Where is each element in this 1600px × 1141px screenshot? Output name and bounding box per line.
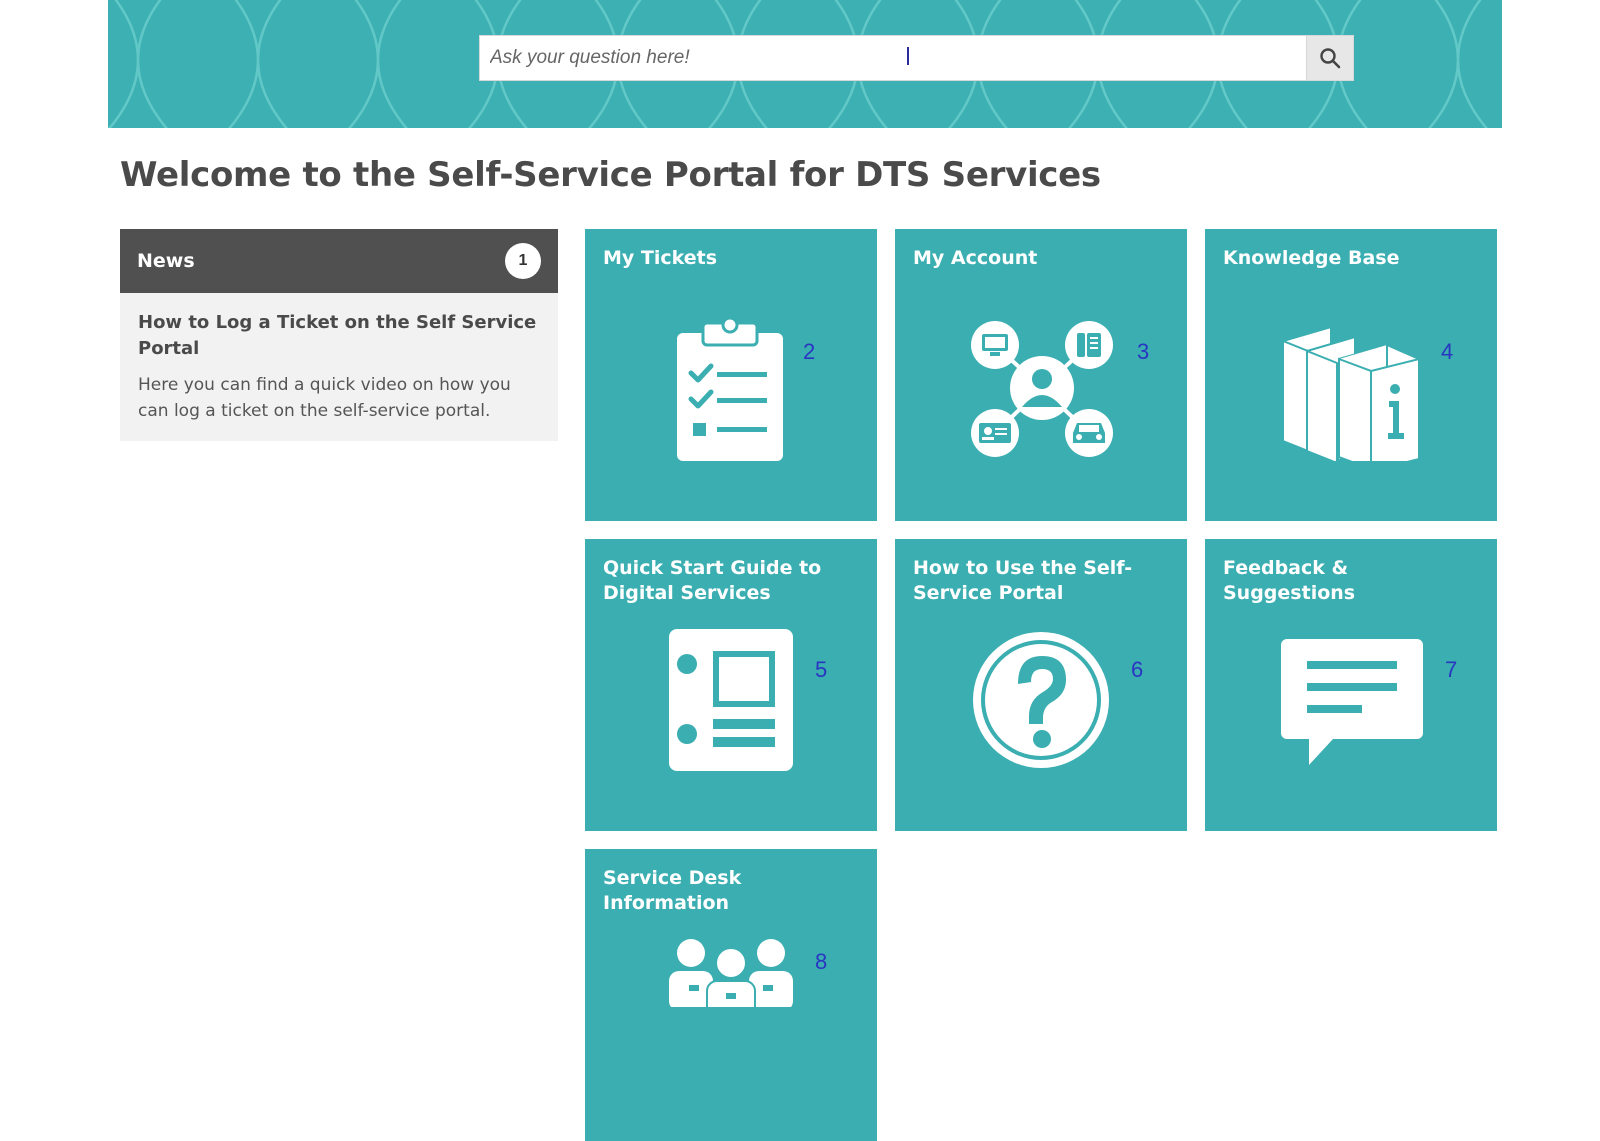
tile-title: My Tickets: [603, 247, 718, 269]
tile-title: Service Desk Information: [603, 867, 742, 914]
search-input[interactable]: [480, 36, 1308, 80]
search-button[interactable]: [1306, 36, 1353, 80]
tile-feedback-suggestions[interactable]: Feedback & Suggestions 7: [1205, 539, 1497, 831]
tile-title: Knowledge Base: [1223, 247, 1400, 269]
news-item-title[interactable]: How to Log a Ticket on the Self Service …: [138, 310, 540, 362]
account-network-icon: [971, 321, 1113, 457]
tile-quick-start-guide[interactable]: Quick Start Guide to Digital Services 5: [585, 539, 877, 831]
news-item[interactable]: How to Log a Ticket on the Self Service …: [120, 293, 558, 441]
tile-annotation-number: 2: [803, 339, 816, 364]
tile-title: My Account: [913, 247, 1038, 269]
news-header[interactable]: News 1: [120, 229, 558, 293]
tile-annotation-number: 3: [1137, 339, 1150, 364]
tile-service-desk-information[interactable]: Service Desk Information 8: [585, 849, 877, 1141]
binder-guide-icon: [669, 629, 793, 771]
tile-title: Quick Start Guide to Digital Services: [603, 557, 822, 604]
tile-knowledge-base[interactable]: Knowledge Base 4: [1205, 229, 1497, 521]
team-people-icon: [669, 939, 793, 1007]
news-title: News: [137, 250, 195, 272]
info-books-icon: [1282, 325, 1420, 461]
tile-annotation-number: 6: [1131, 657, 1144, 682]
tile-how-to-use-portal[interactable]: How to Use the Self-Service Portal 6: [895, 539, 1187, 831]
search-icon: [1320, 48, 1341, 69]
tile-annotation-number: 7: [1445, 657, 1458, 682]
speech-bubble-icon: [1281, 639, 1423, 765]
clipboard-checklist-icon: [677, 317, 783, 461]
tile-my-tickets[interactable]: My Tickets 2: [585, 229, 877, 521]
question-mark-icon: [973, 632, 1109, 768]
tile-my-account[interactable]: My Account 3: [895, 229, 1187, 521]
header-banner: [108, 0, 1502, 128]
tile-title: Feedback & Suggestions: [1223, 557, 1356, 604]
text-cursor: [907, 47, 909, 65]
tile-title: How to Use the Self-Service Portal: [913, 557, 1133, 604]
search-bar: [479, 35, 1354, 81]
page-title: Welcome to the Self-Service Portal for D…: [120, 155, 1101, 195]
tile-annotation-number: 5: [815, 657, 828, 682]
tile-annotation-number: 8: [815, 949, 828, 974]
news-panel: News 1 How to Log a Ticket on the Self S…: [120, 229, 558, 441]
news-item-description: Here you can find a quick video on how y…: [138, 375, 511, 421]
news-count-badge: 1: [505, 243, 541, 279]
tile-annotation-number: 4: [1441, 339, 1454, 364]
